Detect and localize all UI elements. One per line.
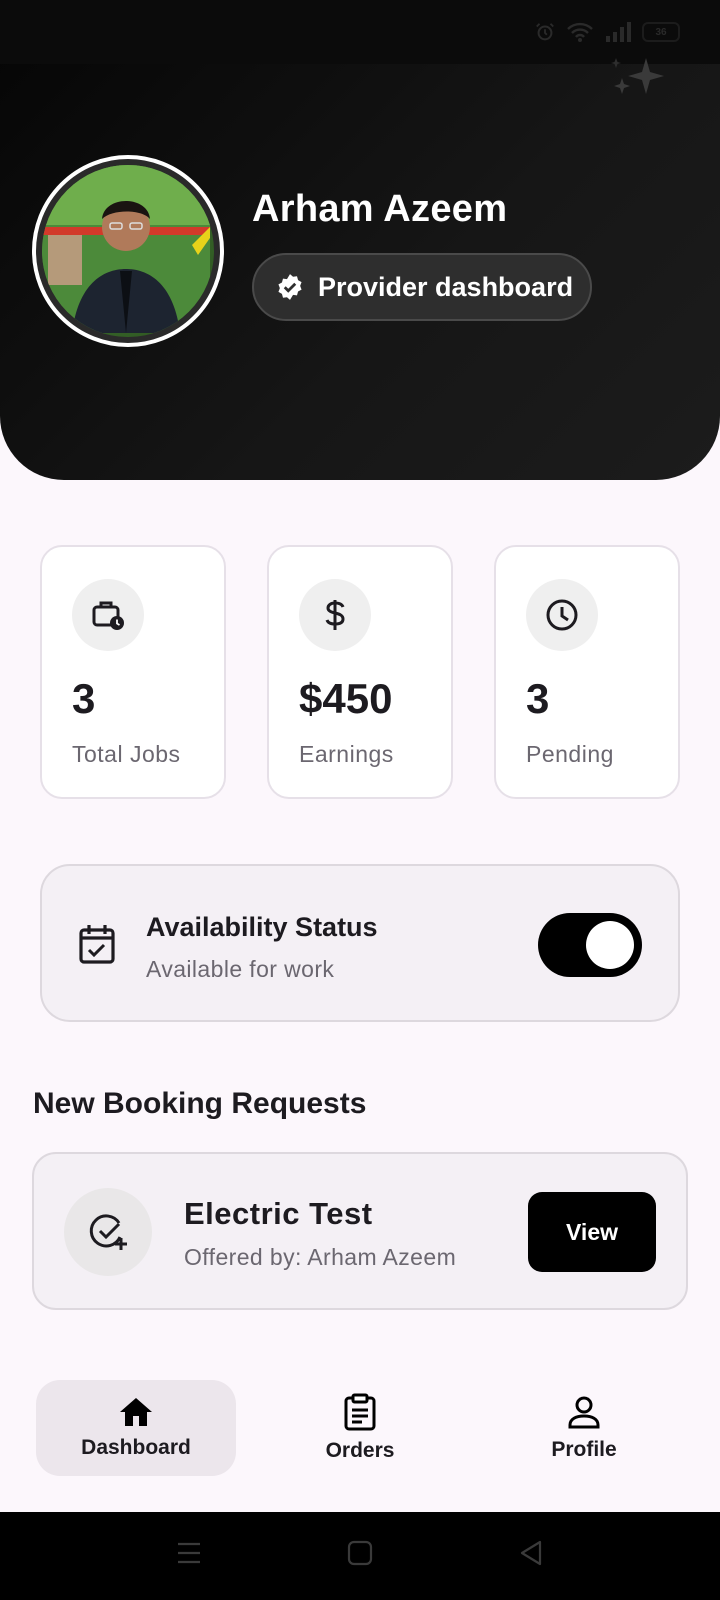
battery-icon: 36 (642, 22, 680, 42)
stat-value: $450 (299, 675, 393, 722)
availability-title: Availability Status (146, 912, 378, 942)
menu-icon[interactable] (176, 1540, 202, 1566)
profile-header: 36 Arham Azeem Provider dashboard (0, 0, 720, 480)
signal-icon (606, 22, 631, 42)
booking-request-card[interactable]: Electric Test Offered by: Arham Azeem Vi… (32, 1152, 688, 1310)
stat-value: 3 (526, 675, 550, 722)
bottom-navigation: Dashboard Orders Profile (0, 1362, 720, 1512)
stat-label: Total Jobs (72, 741, 181, 767)
stat-value: 3 (72, 675, 96, 722)
provider-dashboard-chip[interactable]: Provider dashboard (252, 253, 592, 321)
stat-label: Pending (526, 741, 614, 767)
avatar-photo (42, 165, 214, 337)
verified-badge-icon (278, 274, 302, 300)
briefcase-clock-icon (72, 579, 144, 651)
availability-card: Availability Status Available for work (40, 864, 680, 1022)
nav-item-profile[interactable]: Profile (484, 1380, 684, 1476)
home-icon (120, 1398, 152, 1426)
availability-subtitle: Available for work (146, 956, 335, 982)
stat-card-earnings[interactable]: $450 Earnings (267, 545, 453, 799)
system-nav-bar (0, 1512, 720, 1600)
user-name: Arham Azeem (252, 188, 508, 230)
status-icons: 36 (534, 20, 680, 44)
back-icon[interactable] (518, 1540, 544, 1566)
alarm-icon (536, 23, 554, 41)
nav-label: Orders (325, 1439, 395, 1462)
clock-icon (526, 579, 598, 651)
role-chip-label: Provider dashboard (318, 271, 574, 302)
sparkle-icon (611, 58, 664, 94)
availability-toggle[interactable] (538, 913, 642, 977)
section-title: New Booking Requests (33, 1087, 367, 1120)
nav-item-orders[interactable]: Orders (260, 1380, 460, 1476)
check-add-icon (64, 1188, 152, 1276)
wifi-icon (567, 22, 593, 42)
booking-subtitle: Offered by: Arham Azeem (184, 1244, 457, 1270)
status-bar: 36 (0, 0, 720, 64)
avatar[interactable] (32, 155, 224, 347)
calendar-check-icon (79, 925, 115, 964)
stat-card-pending[interactable]: 3 Pending (494, 545, 680, 799)
nav-label: Dashboard (81, 1436, 191, 1459)
booking-title: Electric Test (184, 1196, 373, 1231)
nav-label: Profile (551, 1438, 617, 1461)
person-icon (568, 1396, 600, 1429)
view-button[interactable]: View (528, 1192, 656, 1272)
dollar-icon (299, 579, 371, 651)
stat-card-total-jobs[interactable]: 3 Total Jobs (40, 545, 226, 799)
nav-item-dashboard[interactable]: Dashboard (36, 1380, 236, 1476)
clipboard-icon (344, 1393, 376, 1431)
stat-label: Earnings (299, 741, 394, 767)
toggle-knob (586, 921, 634, 969)
home-square-icon[interactable] (347, 1540, 373, 1566)
